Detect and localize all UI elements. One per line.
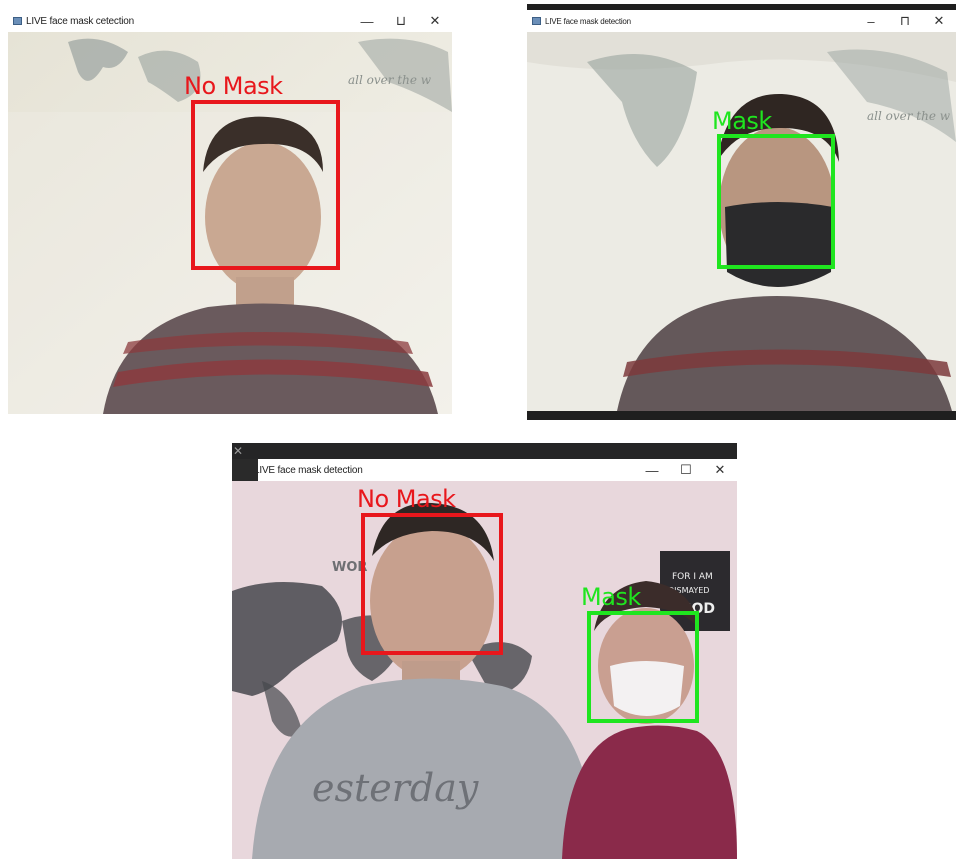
face-box-mask xyxy=(587,611,699,723)
detection-label-no-mask: No Mask xyxy=(357,485,456,513)
svg-text:FOR I AM: FOR I AM xyxy=(672,572,713,582)
close-button[interactable]: ✕ xyxy=(703,462,737,478)
window-title: LIVE face mask detection xyxy=(258,464,363,476)
window-title: LIVE face mask detection xyxy=(545,16,631,26)
background-close-button[interactable]: ✕ xyxy=(233,444,243,458)
background-editor-strip xyxy=(232,443,737,459)
svg-text:all over the w: all over the w xyxy=(348,73,432,87)
window-controls: — ⊔ ✕ xyxy=(350,10,452,32)
title-bar[interactable]: LIVE face mask detection — ☐ ✕ xyxy=(258,459,737,481)
svg-text:all over the w: all over the w xyxy=(867,109,951,123)
maximize-button[interactable]: ⊔ xyxy=(384,13,418,29)
window-controls: – ⊓ ✕ xyxy=(854,10,956,32)
camera-feed: WOR FOR I AM DISMAYED GOD esterday No Ma… xyxy=(232,481,737,859)
camera-feed: all over the w No Mask xyxy=(8,32,452,414)
window-controls: — ☐ ✕ xyxy=(635,459,737,481)
close-button[interactable]: ✕ xyxy=(922,13,956,29)
camera-feed: all over the w Mask xyxy=(527,32,956,411)
maximize-button[interactable]: ⊓ xyxy=(888,13,922,29)
detection-label-mask: Mask xyxy=(581,583,641,611)
svg-text:esterday: esterday xyxy=(312,766,479,810)
title-bar[interactable]: LIVE face mask detection – ⊓ ✕ xyxy=(527,10,956,32)
minimize-button[interactable]: — xyxy=(350,14,384,29)
minimize-button[interactable]: – xyxy=(854,14,888,29)
app-window-icon xyxy=(532,17,541,25)
face-box-no-mask xyxy=(361,513,503,655)
face-box-no-mask xyxy=(191,100,340,270)
app-window-icon xyxy=(13,17,22,25)
window-title: LIVE face mask cetection xyxy=(26,15,135,27)
face-box-mask xyxy=(717,134,835,269)
window-top-right: LIVE face mask detection – ⊓ ✕ all over … xyxy=(527,10,956,420)
detection-label-no-mask: No Mask xyxy=(184,72,283,100)
minimize-button[interactable]: — xyxy=(635,463,669,478)
maximize-button[interactable]: ☐ xyxy=(669,462,703,478)
title-bar[interactable]: LIVE face mask cetection — ⊔ ✕ xyxy=(8,10,452,32)
detection-label-mask: Mask xyxy=(712,107,772,135)
window-top-left: LIVE face mask cetection — ⊔ ✕ all over … xyxy=(8,10,452,414)
close-button[interactable]: ✕ xyxy=(418,13,452,29)
